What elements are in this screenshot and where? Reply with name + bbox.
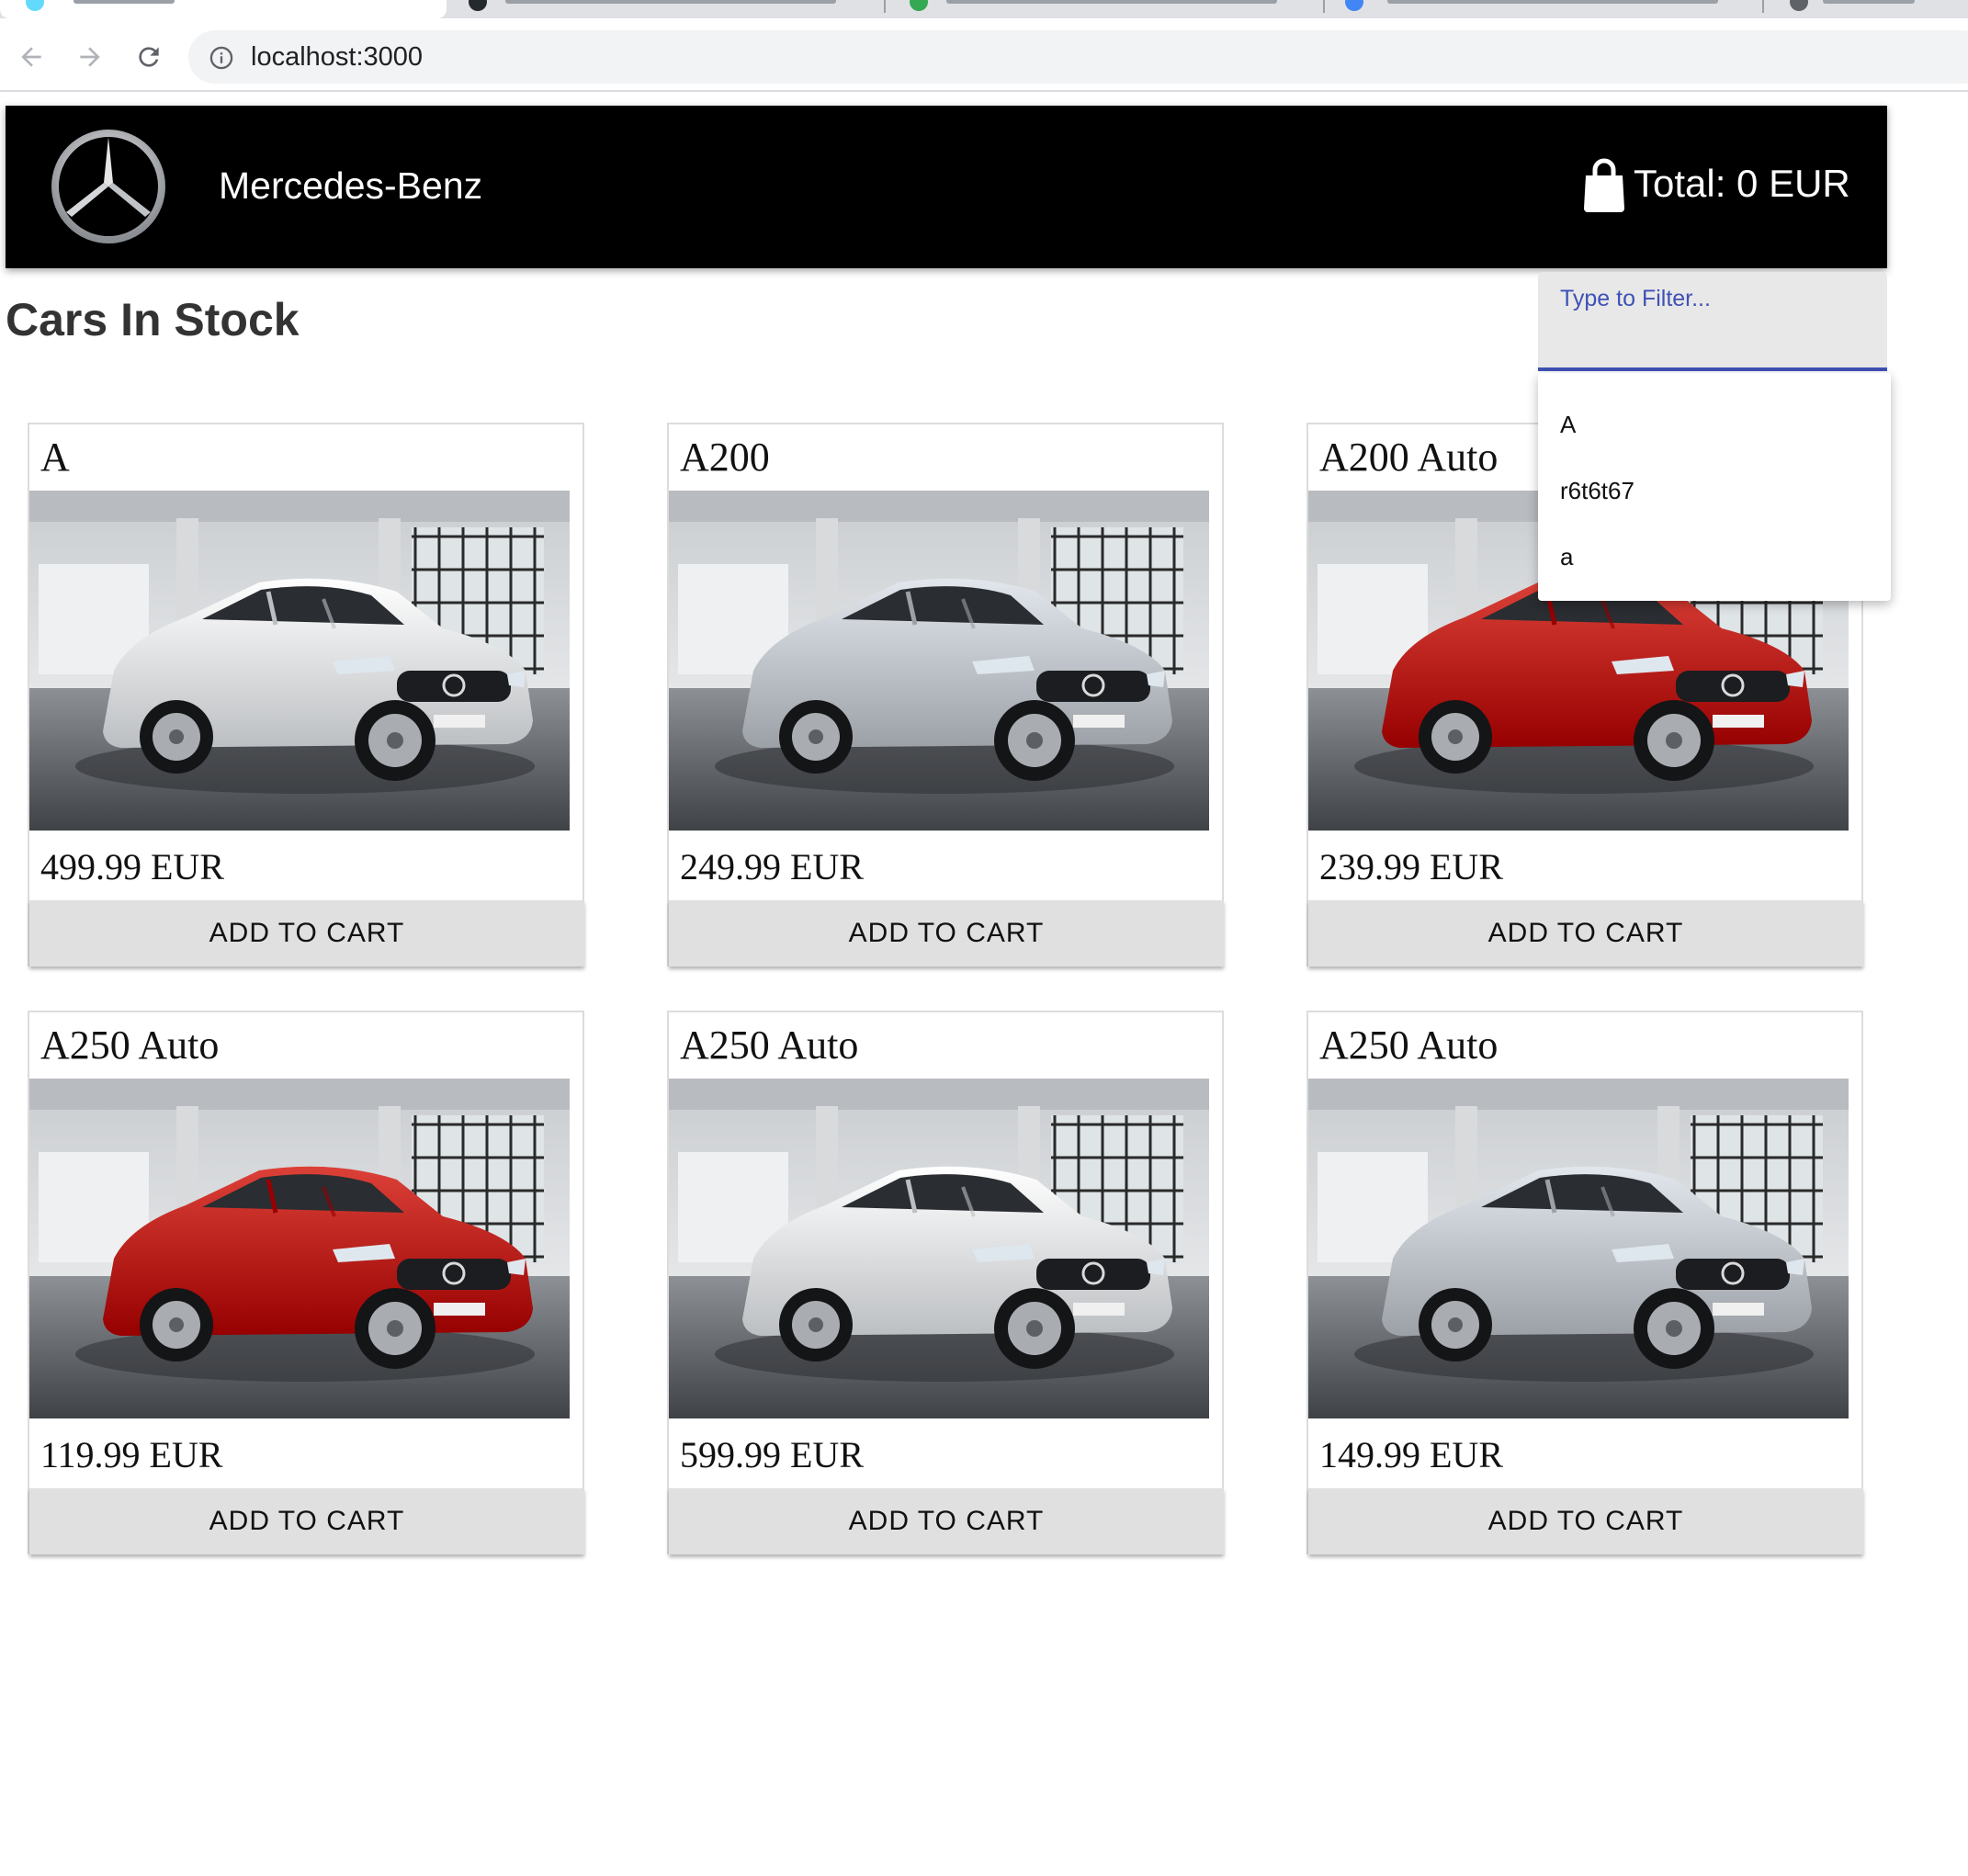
product-card: A 499.99 EUR ADD TO CART: [28, 423, 584, 966]
forward-button[interactable]: [72, 39, 108, 75]
product-card: A250 Auto 149.99 EUR ADD TO CART: [1306, 1011, 1863, 1554]
add-to-cart-button[interactable]: ADD TO CART: [29, 1488, 584, 1554]
suggestion-item[interactable]: r6t6t67: [1560, 476, 1634, 505]
product-card: A250 Auto 599.99 EUR ADD TO CART: [667, 1011, 1224, 1554]
address-bar[interactable]: localhost:3000: [188, 30, 1968, 84]
add-to-cart-button[interactable]: ADD TO CART: [29, 900, 584, 966]
product-price: 249.99 EUR: [680, 846, 864, 887]
product-image[interactable]: [29, 491, 570, 831]
car-photo: [669, 491, 1209, 831]
add-to-cart-button[interactable]: ADD TO CART: [1308, 1488, 1863, 1554]
tab-favicon: [1790, 0, 1808, 11]
cart-total[interactable]: Total: 0 EUR: [1634, 161, 1850, 207]
add-to-cart-button[interactable]: ADD TO CART: [669, 900, 1224, 966]
reload-button[interactable]: [130, 39, 167, 75]
filter-field[interactable]: Type to Filter...: [1538, 272, 1887, 371]
mercedes-logo-icon: [51, 130, 165, 243]
product-price: 599.99 EUR: [680, 1434, 864, 1475]
tab-favicon: [1345, 0, 1363, 11]
suggestion-item[interactable]: A: [1560, 410, 1576, 439]
arrow-left-icon: [21, 47, 41, 67]
tab-title: [74, 0, 175, 4]
tab-title: [1823, 0, 1915, 4]
tab-favicon: [469, 0, 487, 11]
product-image[interactable]: [29, 1079, 570, 1418]
suggestion-item[interactable]: a: [1560, 542, 1573, 571]
tab-separator: [1323, 0, 1325, 13]
filter-suggestions: A r6t6t67 a: [1538, 373, 1891, 601]
car-photo: [29, 1079, 570, 1418]
browser-toolbar: localhost:3000: [0, 18, 1968, 92]
product-image[interactable]: [669, 1079, 1209, 1418]
product-card: A250 Auto 119.99 EUR ADD TO CART: [28, 1011, 584, 1554]
browser-tab[interactable]: [1782, 0, 1968, 18]
filter-input[interactable]: [1560, 320, 1863, 356]
filter-label: Type to Filter...: [1560, 286, 1711, 311]
reload-icon: [139, 47, 159, 67]
product-price: 149.99 EUR: [1319, 1434, 1503, 1475]
tab-separator: [1762, 0, 1764, 13]
tab-favicon: [910, 0, 928, 11]
product-price: 499.99 EUR: [40, 846, 224, 887]
product-card: A200 249.99 EUR ADD TO CART: [667, 423, 1224, 966]
tab-title: [1387, 0, 1718, 4]
info-icon[interactable]: [209, 45, 234, 71]
product-name: A250 Auto: [40, 1023, 220, 1068]
tab-separator: [884, 0, 886, 13]
product-name: A200: [680, 435, 770, 480]
product-name: A250 Auto: [680, 1023, 859, 1068]
product-name: A200 Auto: [1319, 435, 1499, 480]
product-price: 119.99 EUR: [40, 1434, 223, 1475]
add-to-cart-button[interactable]: ADD TO CART: [669, 1488, 1224, 1554]
tab-title: [946, 0, 1277, 4]
app-header: Mercedes-Benz Total: 0 EUR: [6, 106, 1887, 268]
browser-tab[interactable]: [900, 0, 1323, 18]
product-image[interactable]: [1308, 1079, 1849, 1418]
arrow-right-icon: [80, 47, 100, 67]
car-photo: [669, 1079, 1209, 1418]
tab-title: [505, 0, 836, 4]
product-price: 239.99 EUR: [1319, 846, 1503, 887]
page-title: Cars In Stock: [6, 294, 300, 345]
add-to-cart-button[interactable]: ADD TO CART: [1308, 900, 1863, 966]
shopping-bag-icon[interactable]: [1582, 157, 1626, 214]
car-photo: [1308, 1079, 1849, 1418]
browser-tab[interactable]: [459, 0, 882, 18]
brand-name[interactable]: Mercedes-Benz: [219, 163, 482, 209]
browser-tab[interactable]: [1341, 0, 1764, 18]
tab-favicon: [26, 0, 44, 11]
car-photo: [29, 491, 570, 831]
back-button[interactable]: [13, 39, 50, 75]
browser-tab-active[interactable]: [0, 0, 447, 18]
product-image[interactable]: [669, 491, 1209, 831]
product-name: A250 Auto: [1319, 1023, 1499, 1068]
product-name: A: [40, 435, 70, 480]
browser-tabstrip: [0, 0, 1968, 18]
url-text[interactable]: localhost:3000: [251, 41, 423, 73]
